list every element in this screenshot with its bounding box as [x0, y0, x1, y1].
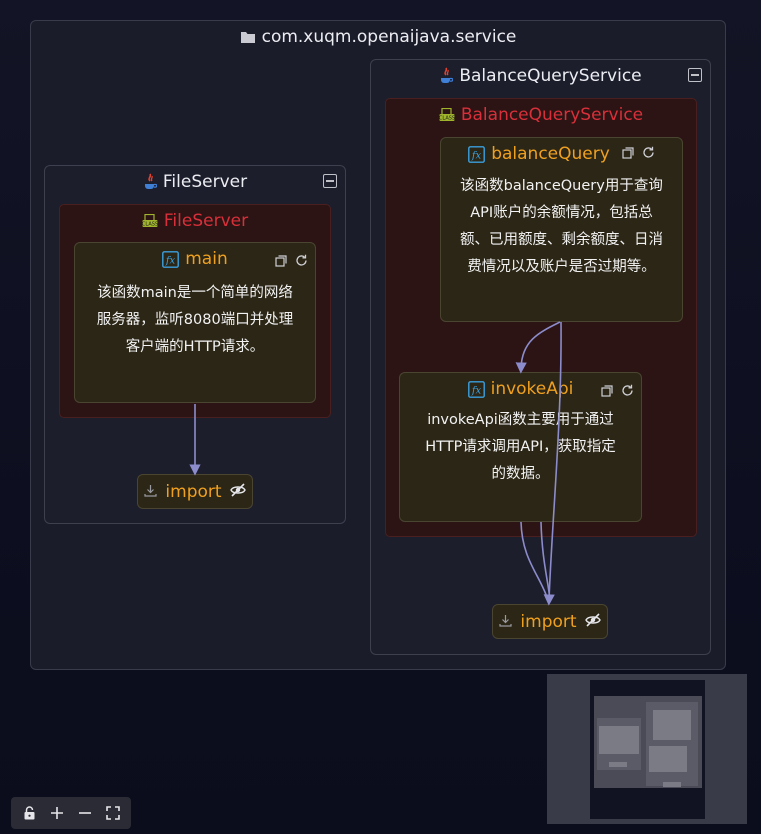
function-description-invokeapi: invokeApi函数主要用于通过 HTTP请求调用API，获取指定 的数据。 [425, 412, 616, 482]
function-icon: fx [468, 145, 486, 163]
minimap-import-a [609, 762, 627, 767]
refresh-icon[interactable] [621, 382, 634, 401]
svg-text:fx: fx [470, 385, 481, 396]
package-title: com.xuqm.openaijava.service [261, 27, 517, 47]
balance-service-title: BalanceQueryService [459, 66, 642, 86]
folder-icon [240, 30, 256, 44]
function-title-invokeapi: invokeApi [490, 379, 574, 399]
function-title-main: main [185, 249, 228, 269]
function-title-balancequery: balanceQuery [491, 144, 610, 164]
plus-icon[interactable] [46, 802, 68, 824]
eye-off-icon[interactable] [584, 612, 601, 631]
refresh-icon[interactable] [295, 252, 308, 271]
copy-icon[interactable] [601, 382, 613, 401]
collapse-icon[interactable] [688, 68, 702, 82]
svg-text:fx: fx [471, 150, 482, 161]
fileserver-class-header: CLASS FileServer [60, 211, 330, 231]
minimap-main [599, 726, 639, 754]
fullscreen-icon[interactable] [102, 802, 124, 824]
copy-icon[interactable] [622, 144, 634, 164]
svg-text:CLASS: CLASS [439, 116, 455, 122]
function-node-balancequery[interactable]: fx balanceQuery 该函数balanceQuery用于查询 API账… [440, 137, 683, 322]
copy-icon[interactable] [275, 252, 287, 271]
balance-class-header: CLASS BalanceQueryService [386, 105, 696, 125]
balance-class-title: BalanceQueryService [460, 105, 644, 125]
java-icon [143, 173, 157, 191]
import-node-fileserver[interactable]: import [137, 474, 253, 509]
function-node-invokeapi[interactable]: fx invokeApi invokeApi函数主要用于通过 HTTP请求调用A… [399, 372, 642, 522]
minus-icon[interactable] [74, 802, 96, 824]
svg-text:fx: fx [165, 255, 176, 266]
function-header-balancequery: fx balanceQuery [441, 144, 682, 164]
fileserver-class-title: FileServer [163, 211, 249, 231]
eye-off-icon[interactable] [229, 482, 246, 501]
package-header: com.xuqm.openaijava.service [31, 27, 725, 47]
balance-service-header: BalanceQueryService [371, 66, 710, 86]
fileserver-service-header: FileServer [45, 172, 345, 192]
minimap[interactable] [547, 674, 747, 824]
class-icon: CLASS [142, 214, 158, 228]
function-description-balancequery: 该函数balanceQuery用于查询 API账户的余额情况，包括总 额、已用额… [460, 178, 663, 275]
lock-icon[interactable] [18, 802, 40, 824]
import-label-balance: import [520, 611, 577, 632]
java-icon [439, 67, 454, 85]
import-node-balance[interactable]: import [492, 604, 608, 639]
function-description-main: 该函数main是一个简单的网络 服务器，监听8080端口并处理 客户端的HTTP… [96, 285, 294, 355]
function-icon: fx [162, 250, 180, 268]
download-icon [499, 612, 513, 631]
canvas-controls [11, 797, 131, 829]
svg-text:CLASS: CLASS [142, 222, 158, 228]
fileserver-service-title: FileServer [162, 172, 248, 192]
collapse-icon[interactable] [323, 174, 337, 188]
function-node-main[interactable]: fx main 该函数main是一个简单的网络 服务器，监听8080端口并处理 … [74, 242, 316, 403]
minimap-balancequery [653, 710, 691, 740]
download-icon [144, 482, 158, 501]
minimap-import-b [663, 782, 681, 787]
import-label-fileserver: import [165, 481, 222, 502]
refresh-icon[interactable] [642, 144, 655, 164]
class-icon: CLASS [439, 108, 455, 122]
minimap-invokeapi [649, 746, 687, 772]
function-icon: fx [467, 380, 485, 398]
